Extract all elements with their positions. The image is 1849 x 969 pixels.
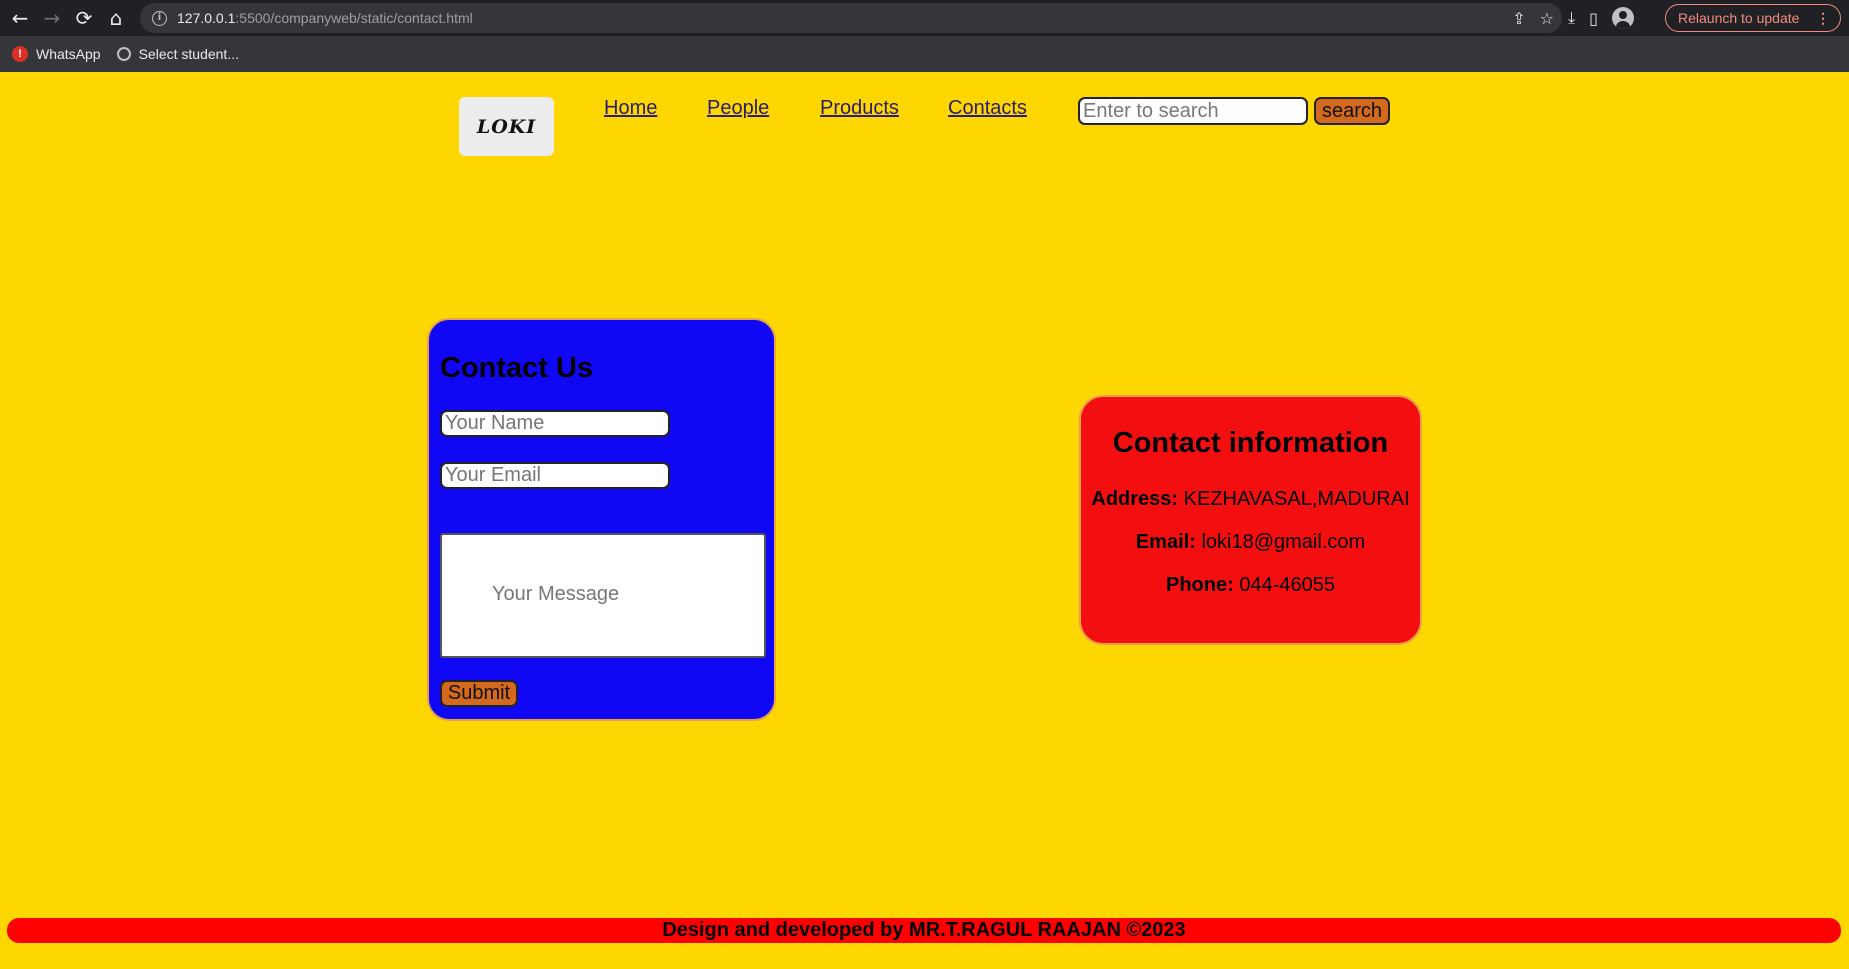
page-body: LOKI Home People Products Contacts searc… [0, 72, 1849, 969]
site-info-icon[interactable]: i [152, 10, 167, 26]
relaunch-label: Relaunch to update [1678, 10, 1800, 26]
forward-icon[interactable]: → [36, 2, 68, 34]
globe-icon [116, 47, 131, 61]
phone-value: 044-46055 [1239, 574, 1335, 596]
browser-toolbar: ← → ⟳ ⌂ i 127.0.0.1:5500/companyweb/stat… [0, 0, 1849, 36]
logo[interactable]: LOKI [459, 97, 554, 156]
email-field[interactable] [440, 462, 670, 489]
bookmark-star-icon[interactable]: ☆ [1540, 9, 1554, 28]
nav-products[interactable]: Products [820, 97, 899, 120]
address-bar[interactable]: i 127.0.0.1:5500/companyweb/static/conta… [140, 3, 1562, 33]
home-icon[interactable]: ⌂ [100, 2, 132, 34]
contact-form-card: Contact Us Submit [427, 318, 776, 721]
profile-avatar-icon[interactable] [1611, 7, 1634, 29]
share-icon[interactable]: ⇪ [1512, 9, 1525, 28]
submit-button[interactable]: Submit [440, 680, 518, 707]
relaunch-button[interactable]: Relaunch to update ⋮ [1665, 4, 1841, 32]
url-path: :5500/companyweb/static/contact.html [235, 10, 473, 26]
alert-icon: ! [12, 46, 28, 62]
bookmark-label: Select student... [138, 46, 239, 62]
name-field[interactable] [440, 410, 670, 437]
nav-people[interactable]: People [707, 97, 769, 120]
reload-icon[interactable]: ⟳ [68, 2, 100, 34]
contact-info-title: Contact information [1112, 427, 1389, 459]
bookmark-label: WhatsApp [36, 46, 101, 62]
phone-line: Phone: 044-46055 [1081, 564, 1420, 607]
menu-kebab-icon[interactable]: ⋮ [1816, 10, 1830, 27]
footer: Design and developed by MR.T.RAGUL RAAJA… [7, 918, 1841, 943]
download-icon[interactable]: ⤓ [1568, 8, 1575, 28]
phone-label: Phone: [1166, 574, 1234, 596]
nav-contacts[interactable]: Contacts [948, 97, 1027, 120]
bookmarks-bar: ! WhatsApp Select student... [0, 36, 1849, 72]
address-value: KEZHAVASAL,MADURAI [1183, 488, 1410, 510]
email-line: Email: loki18@gmail.com [1081, 521, 1420, 564]
message-field[interactable] [440, 533, 766, 658]
back-icon[interactable]: ← [4, 2, 36, 34]
url-host: 127.0.0.1 [177, 10, 236, 26]
contact-info-card: Contact information Address: KEZHAVASAL,… [1079, 395, 1422, 645]
nav-home[interactable]: Home [604, 97, 657, 120]
search-button[interactable]: search [1314, 97, 1390, 125]
side-panel-icon[interactable]: ▯ [1589, 9, 1598, 28]
address-label: Address: [1091, 488, 1179, 510]
email-value: loki18@gmail.com [1201, 531, 1366, 553]
contact-form-title: Contact Us [440, 352, 594, 384]
bookmark-select-student[interactable]: Select student... [116, 46, 239, 62]
search-input[interactable] [1078, 97, 1308, 125]
bookmark-whatsapp[interactable]: ! WhatsApp [12, 46, 101, 62]
email-label: Email: [1135, 531, 1196, 553]
address-line: Address: KEZHAVASAL,MADURAI [1081, 478, 1420, 521]
